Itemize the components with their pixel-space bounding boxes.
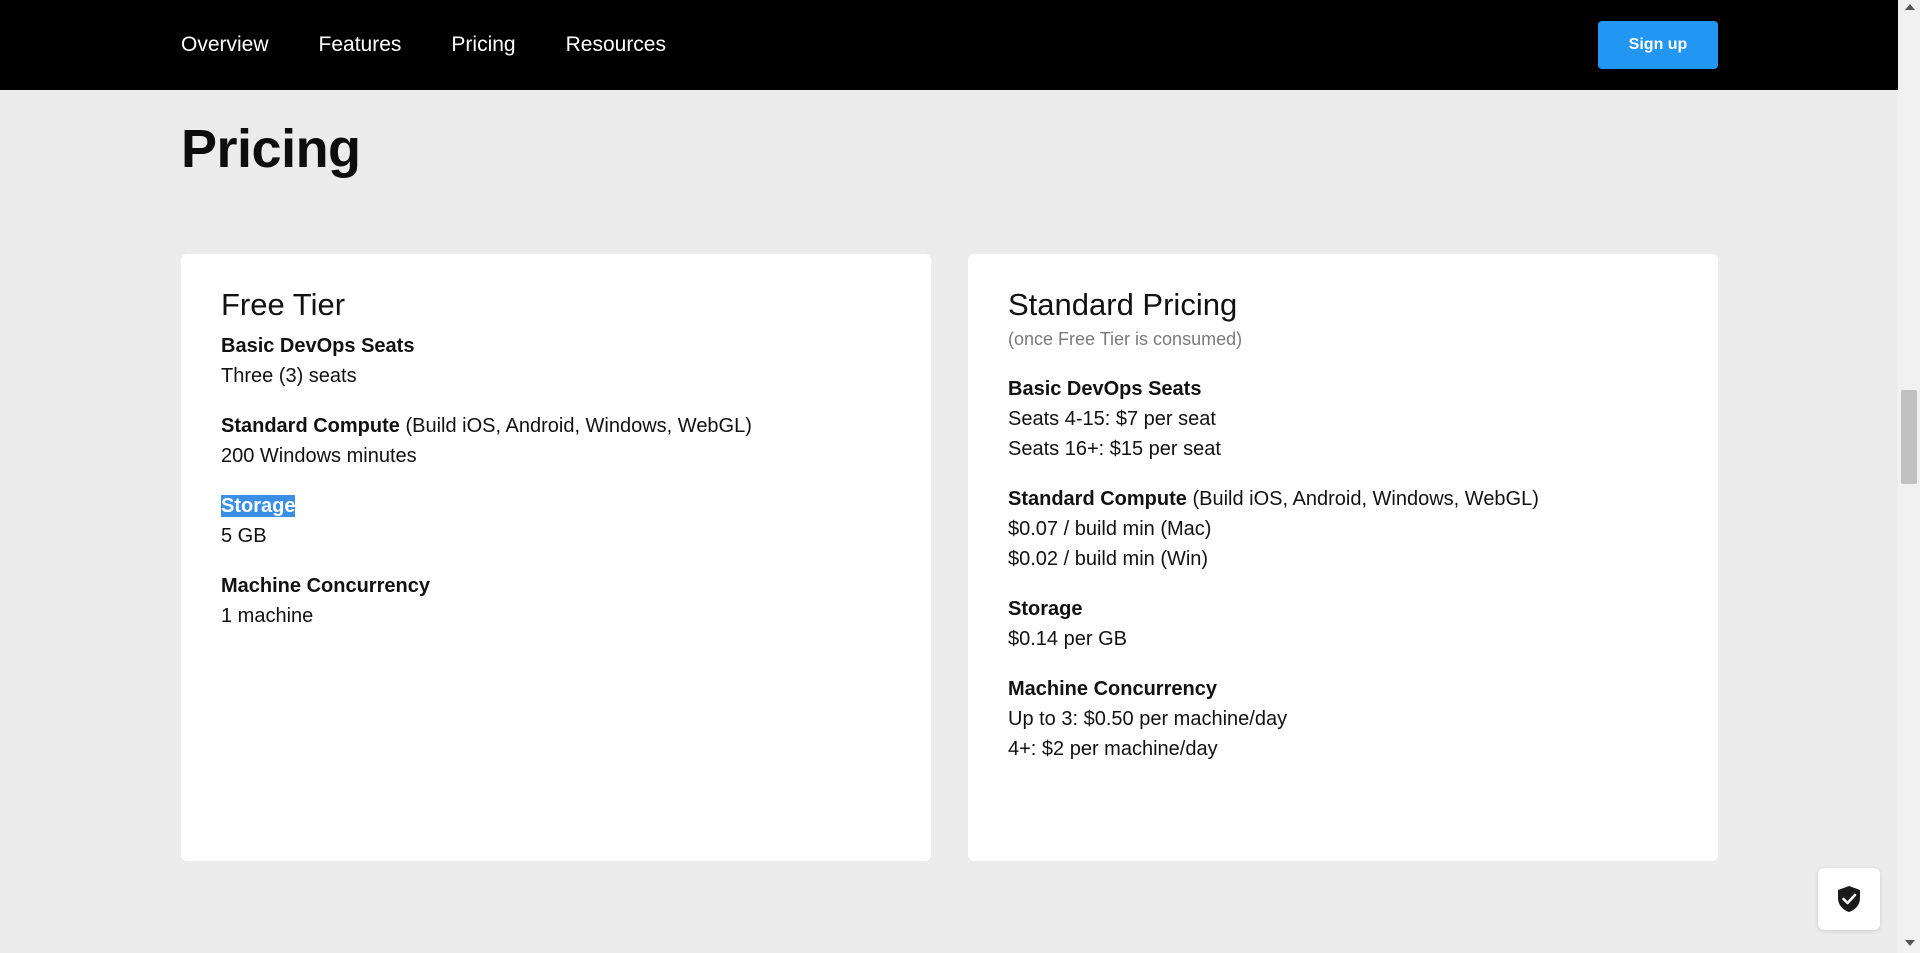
scroll-up-arrow-icon[interactable] (1905, 4, 1915, 10)
standard-pricing-subtitle: (once Free Tier is consumed) (1008, 329, 1243, 350)
top-navbar: Overview Features Pricing Resources Sign… (0, 0, 1898, 90)
item-label-text: Storage (1008, 598, 1083, 621)
item-label-text: Standard Compute (221, 415, 400, 438)
item-value: 1 machine (221, 605, 314, 628)
page-title: Pricing (181, 119, 361, 179)
standard-concurrency-item: Machine Concurrency Up to 3: $0.50 per m… (1008, 674, 1678, 764)
item-label: Storage (1008, 594, 1678, 624)
item-note: (Build iOS, Android, Windows, WebGL) (1186, 488, 1539, 511)
item-label: Basic DevOps Seats (221, 331, 891, 361)
item-label-text: Basic DevOps Seats (1008, 378, 1202, 401)
nav-links: Overview Features Pricing Resources (181, 0, 716, 90)
standard-pricing-title: Standard Pricing (1008, 287, 1238, 322)
item-label: Standard Compute (Build iOS, Android, Wi… (1008, 484, 1678, 514)
item-value: Three (3) seats (221, 365, 357, 388)
item-label: Machine Concurrency (1008, 674, 1678, 704)
free-concurrency-item: Machine Concurrency 1 machine (221, 571, 891, 631)
nav-link-pricing[interactable]: Pricing (451, 33, 515, 57)
item-label-text: Standard Compute (1008, 488, 1187, 511)
item-label: Standard Compute (Build iOS, Android, Wi… (221, 411, 891, 441)
item-value: Seats 16+: $15 per seat (1008, 438, 1221, 461)
standard-pricing-card: Standard Pricing (once Free Tier is cons… (968, 254, 1718, 861)
item-label-text: Machine Concurrency (1008, 678, 1217, 701)
item-value: $0.14 per GB (1008, 628, 1127, 651)
item-label: Storage (221, 491, 891, 521)
standard-seats-item: Basic DevOps Seats Seats 4-15: $7 per se… (1008, 374, 1678, 464)
item-note: (Build iOS, Android, Windows, WebGL) (399, 415, 752, 438)
item-label-text: Basic DevOps Seats (221, 335, 415, 358)
item-value: 5 GB (221, 525, 267, 548)
shield-check-icon (1838, 886, 1860, 912)
free-compute-item: Standard Compute (Build iOS, Android, Wi… (221, 411, 891, 471)
free-tier-title: Free Tier (221, 287, 346, 322)
privacy-shield-button[interactable] (1818, 868, 1880, 930)
item-value: 4+: $2 per machine/day (1008, 738, 1218, 761)
standard-storage-item: Storage $0.14 per GB (1008, 594, 1678, 654)
scroll-down-arrow-icon[interactable] (1905, 940, 1915, 946)
item-label: Machine Concurrency (221, 571, 891, 601)
scrollbar-thumb[interactable] (1901, 390, 1917, 484)
item-label-text: Machine Concurrency (221, 575, 430, 598)
free-storage-item: Storage 5 GB (221, 491, 891, 551)
item-label: Basic DevOps Seats (1008, 374, 1678, 404)
item-value: 200 Windows minutes (221, 445, 417, 468)
free-seats-item: Basic DevOps Seats Three (3) seats (221, 331, 891, 391)
item-value: Seats 4-15: $7 per seat (1008, 408, 1216, 431)
free-tier-card: Free Tier Basic DevOps Seats Three (3) s… (181, 254, 931, 861)
item-value: Up to 3: $0.50 per machine/day (1008, 708, 1288, 731)
nav-link-overview[interactable]: Overview (181, 33, 269, 57)
nav-link-features[interactable]: Features (319, 33, 402, 57)
nav-link-resources[interactable]: Resources (566, 33, 666, 57)
standard-compute-item: Standard Compute (Build iOS, Android, Wi… (1008, 484, 1678, 574)
item-value: $0.02 / build min (Win) (1008, 548, 1209, 571)
selected-text: Storage (221, 495, 296, 518)
signup-button[interactable]: Sign up (1598, 21, 1718, 69)
item-value: $0.07 / build min (Mac) (1008, 518, 1212, 541)
